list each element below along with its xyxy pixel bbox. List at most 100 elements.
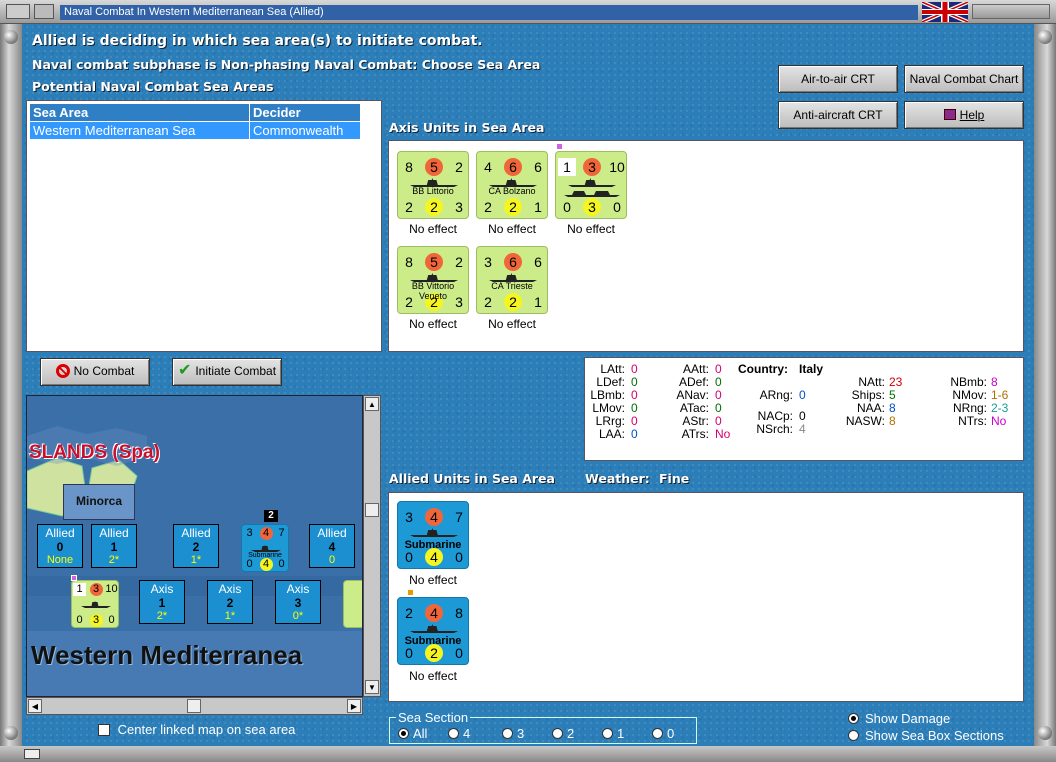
no-combat-button[interactable]: No Combat <box>40 358 150 386</box>
option-label: Show Damage <box>865 711 951 726</box>
sea-section-option[interactable]: 2 <box>552 726 574 741</box>
stat-value: 1-6 <box>991 388 1009 402</box>
vertical-scroll-thumb[interactable] <box>365 503 379 517</box>
radio-button[interactable] <box>652 728 663 739</box>
submarine-counter[interactable]: 3 4 7 0 4 0 Submarine <box>241 524 289 572</box>
show-sea-box-sections-option[interactable]: Show Sea Box Sections <box>848 728 1004 743</box>
allied-sea-box[interactable]: Allied 4 0 <box>309 524 355 568</box>
sea-section-option[interactable]: 1 <box>602 726 624 741</box>
axis-sea-box[interactable]: Axis 3 0* <box>275 580 321 624</box>
scroll-right-icon[interactable]: ▶ <box>347 699 361 713</box>
sea-section-option[interactable]: All <box>398 726 427 741</box>
map-vertical-scrollbar[interactable]: ▲ ▼ <box>363 395 381 697</box>
center-map-checkbox[interactable]: Center linked map on sea area <box>98 722 295 737</box>
table-row[interactable]: Western Mediterranean Sea Commonwealth <box>29 121 361 140</box>
option-label: All <box>413 726 428 741</box>
range-value: 2 <box>455 159 463 175</box>
radio-button[interactable] <box>552 728 563 739</box>
defense-value: 4 <box>484 159 492 175</box>
ship-counter[interactable]: 8 5 2 2 2 3 BB Vittorio Veneto <box>397 246 469 314</box>
frame-rivet-icon <box>4 726 18 740</box>
ship-counter[interactable] <box>343 580 362 628</box>
ship-silhouette-icon <box>489 271 537 282</box>
section-title-sea-areas: Potential Naval Combat Sea Areas <box>32 79 274 94</box>
ship-counter[interactable]: 1 3 10 0 3 0 <box>71 580 119 628</box>
map-horizontal-scrollbar[interactable]: ◀ ▶ <box>26 697 363 715</box>
submarine-counter[interactable]: 3 4 7 0 4 0 Submarine <box>397 501 469 569</box>
attack-value: 4 <box>425 508 443 526</box>
allied-sea-box[interactable]: Allied 2 1* <box>173 524 219 568</box>
minimize-icon[interactable] <box>34 4 54 19</box>
ship-silhouette-icon <box>568 176 616 187</box>
sea-section-option[interactable]: 3 <box>502 726 524 741</box>
sea-section-option[interactable]: 4 <box>448 726 470 741</box>
axis-sea-box[interactable]: Axis 2 1* <box>207 580 253 624</box>
radio-button[interactable] <box>848 730 859 741</box>
attack-value: 6 <box>504 253 522 271</box>
box-value: 1 <box>158 596 166 610</box>
stat-label: NMov: <box>952 388 987 402</box>
box-status: 2* <box>156 610 168 622</box>
initiate-combat-button[interactable]: ✔ Initiate Combat <box>172 358 282 386</box>
stat-value: 0 <box>631 362 638 376</box>
allied-sea-box[interactable]: Allied 1 2* <box>91 524 137 568</box>
stat-value: 0 <box>715 388 722 402</box>
ship-counter[interactable]: 1 3 10 0 3 0 <box>555 151 627 219</box>
submarine-counter[interactable]: 2 4 8 0 2 0 Submarine <box>397 597 469 665</box>
resize-grip-icon[interactable] <box>24 749 40 759</box>
radio-button[interactable] <box>398 728 409 739</box>
horizontal-scroll-thumb[interactable] <box>187 699 201 713</box>
sea-section-option[interactable]: 0 <box>652 726 674 741</box>
ship-counter[interactable]: 8 5 2 2 2 3 BB Littorio <box>397 151 469 219</box>
scroll-left-icon[interactable]: ◀ <box>28 699 42 713</box>
stat-value: 0 <box>715 362 722 376</box>
scroll-up-icon[interactable]: ▲ <box>365 397 379 411</box>
stat-value: 1 <box>534 199 542 215</box>
box-label: Allied <box>317 526 347 540</box>
minorca-label[interactable]: Minorca <box>63 484 135 520</box>
ship-silhouette-icon <box>81 597 111 608</box>
stat-label: ANav: <box>676 388 709 402</box>
radio-button[interactable] <box>502 728 513 739</box>
system-menu-icon[interactable] <box>6 4 30 19</box>
air-to-air-crt-button[interactable]: Air-to-air CRT <box>778 65 898 93</box>
ship-silhouette-icon <box>410 176 458 187</box>
stats-panel: LAtt: 0 LDef: 0 LBmb: 0 LMov: 0 LRrg: 0 LAA: 0 AAtt:… <box>584 357 1024 461</box>
box-value: 0 <box>56 540 64 554</box>
naval-combat-chart-button[interactable]: Naval Combat Chart <box>904 65 1024 93</box>
frame-right <box>1034 24 1056 762</box>
ship-counter[interactable]: 3 6 6 2 2 1 CA Trieste <box>476 246 548 314</box>
ship-counter[interactable]: 4 6 6 2 2 1 CA Bolzano <box>476 151 548 219</box>
map-sea-name: Western Mediterranea <box>31 640 303 670</box>
box-status: None <box>46 554 74 566</box>
no-entry-icon <box>55 364 70 378</box>
radio-button[interactable] <box>848 713 859 724</box>
radio-button[interactable] <box>602 728 613 739</box>
stat-label: AAtt: <box>682 362 709 376</box>
help-button[interactable]: Help <box>904 101 1024 129</box>
stat-label: NSrch: <box>756 422 793 436</box>
box-label: Axis <box>218 582 242 596</box>
scroll-down-icon[interactable]: ▼ <box>365 680 379 694</box>
stat-value: 0 <box>631 401 638 415</box>
stat-label: NACp: <box>757 409 793 423</box>
stat-value: 8 <box>889 401 896 415</box>
stat-value: 2 <box>405 199 413 215</box>
anti-aircraft-crt-button[interactable]: Anti-aircraft CRT <box>778 101 898 129</box>
column-header-sea-area[interactable]: Sea Area <box>29 103 250 122</box>
radio-button[interactable] <box>448 728 459 739</box>
frame-bottom <box>0 746 1056 762</box>
stat-value: No <box>715 427 731 441</box>
unit-name: Submarine <box>404 539 462 551</box>
ship-silhouette-icon <box>489 176 537 187</box>
linked-map[interactable]: SLANDS (Spa) Minorca Allied 0 None Allied 1 2… <box>26 395 363 697</box>
stat-value: 0 <box>563 199 571 215</box>
uk-flag-icon[interactable] <box>922 2 968 22</box>
column-header-decider[interactable]: Decider <box>249 103 361 122</box>
box-status: 0* <box>292 610 304 622</box>
show-damage-option[interactable]: Show Damage <box>848 711 950 726</box>
axis-sea-box[interactable]: Axis 1 2* <box>139 580 185 624</box>
status-line-1: Allied is deciding in which sea area(s) … <box>32 33 483 49</box>
allied-sea-box[interactable]: Allied 0 None <box>37 524 83 568</box>
checkbox-box[interactable] <box>98 724 110 736</box>
